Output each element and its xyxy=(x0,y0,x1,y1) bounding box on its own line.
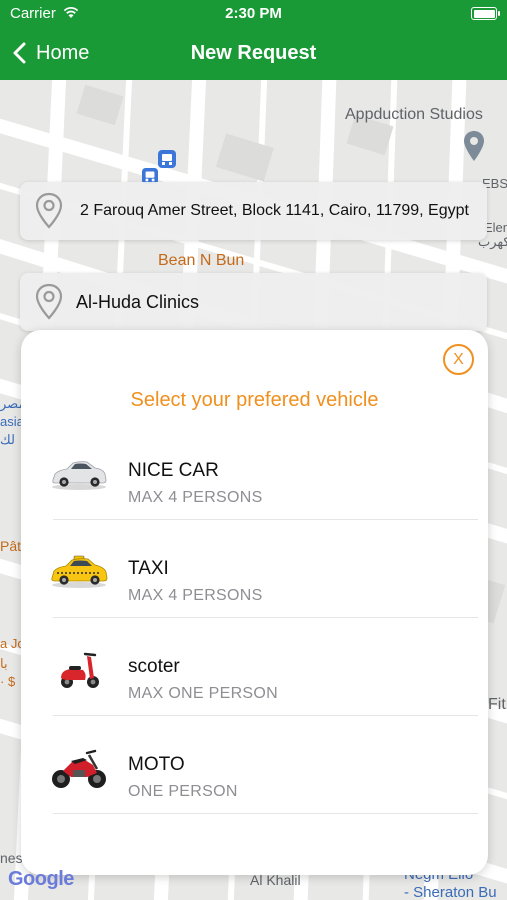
vehicle-list: NICE CAR MAX 4 PERSONS TAXI MAX 4 PERSON… xyxy=(21,422,488,814)
map-label: - Sheraton Bu xyxy=(404,884,497,900)
vehicle-capacity: ONE PERSON xyxy=(128,783,238,800)
vehicle-option-moto[interactable]: MOTO ONE PERSON xyxy=(21,716,488,814)
map-label: Pât xyxy=(0,538,22,554)
google-logo: Google xyxy=(8,868,74,891)
close-button[interactable]: X xyxy=(443,344,474,375)
back-button[interactable]: Home xyxy=(12,38,89,68)
vehicle-name: MOTO xyxy=(128,754,185,775)
map-label: · $ xyxy=(0,674,16,689)
pickup-location-field[interactable]: 2 Farouq Amer Street, Block 1141, Cairo,… xyxy=(20,182,487,240)
vehicle-capacity: MAX ONE PERSON xyxy=(128,685,279,702)
map-label: Appduction Studios xyxy=(345,106,483,123)
vehicle-option-scooter[interactable]: scoter MAX ONE PERSON xyxy=(21,618,488,716)
chevron-left-icon xyxy=(13,42,26,64)
battery-icon xyxy=(471,7,500,20)
sedan-car-icon xyxy=(52,461,107,490)
map-label: لك xyxy=(0,432,15,447)
vehicle-name: NICE CAR xyxy=(128,460,219,481)
vehicle-name: TAXI xyxy=(128,558,169,579)
map-label: با xyxy=(0,656,8,671)
back-label: Home xyxy=(36,41,90,64)
sheet-title: Select your prefered vehicle xyxy=(130,389,379,411)
location-pin-icon xyxy=(35,283,63,320)
dropoff-location-field[interactable]: Al-Huda Clinics xyxy=(20,273,487,331)
map-marker-icon xyxy=(464,131,484,161)
vehicle-option-nice-car[interactable]: NICE CAR MAX 4 PERSONS xyxy=(21,422,488,520)
google-logo-text: Google xyxy=(8,868,74,890)
dropoff-address: Al-Huda Clinics xyxy=(76,291,200,312)
vehicle-option-taxi[interactable]: TAXI MAX 4 PERSONS xyxy=(21,520,488,618)
vehicle-capacity: MAX 4 PERSONS xyxy=(128,587,263,604)
status-bar: Carrier 2:30 PM xyxy=(0,0,507,28)
vehicle-selection-sheet: X Select your prefered vehicle NICE CAR … xyxy=(21,330,488,875)
map-label: nes xyxy=(0,850,23,866)
divider xyxy=(53,813,478,814)
status-time: 2:30 PM xyxy=(225,5,282,22)
vehicle-capacity: MAX 4 PERSONS xyxy=(128,489,263,506)
map-label: Bean N Bun xyxy=(158,252,245,269)
vehicle-name: scoter xyxy=(128,656,180,677)
pickup-address: 2 Farouq Amer Street, Block 1141, Cairo,… xyxy=(80,202,469,219)
motorcycle-icon xyxy=(52,749,106,788)
location-pin-icon xyxy=(35,192,63,229)
scooter-icon xyxy=(61,652,99,688)
map-label: Eleme xyxy=(484,220,507,235)
map-label: Fit xyxy=(488,696,506,713)
bus-stop-icon xyxy=(158,150,176,168)
taxi-icon xyxy=(51,555,108,588)
nav-bar: Home New Request xyxy=(0,28,507,80)
